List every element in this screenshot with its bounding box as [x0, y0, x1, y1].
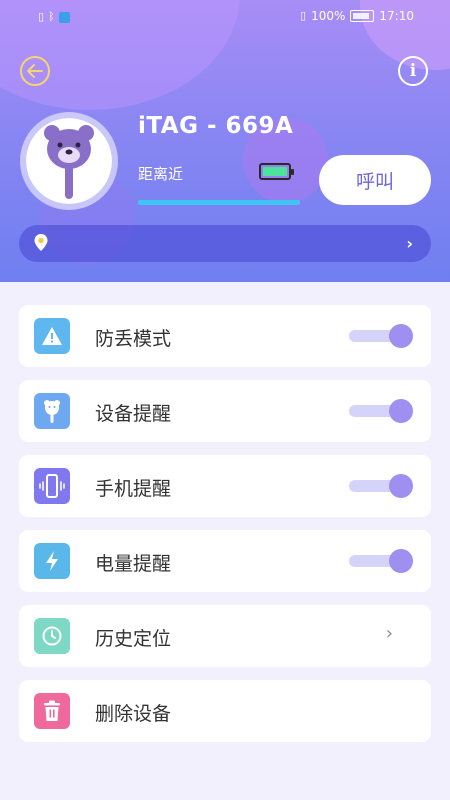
bluetooth-icon: ᛒ — [48, 10, 55, 23]
lightning-icon — [34, 543, 70, 579]
trash-icon — [34, 693, 70, 729]
toggle-knob — [389, 324, 413, 348]
settings-card-label: 删除设备 — [95, 703, 172, 725]
device-name: iTAG - 669A — [138, 113, 294, 139]
signal-strength-bar — [138, 200, 300, 205]
device-avatar[interactable] — [20, 112, 118, 210]
back-button[interactable] — [20, 56, 50, 86]
chevron-right-icon: › — [385, 623, 393, 644]
settings-card-label: 防丢模式 — [95, 328, 172, 350]
history-clock-icon — [34, 618, 70, 654]
vibrate-icon: ▯ — [300, 9, 307, 22]
info-icon: i — [409, 61, 417, 81]
settings-card[interactable]: 防丢模式 — [19, 305, 431, 367]
settings-card[interactable]: 设备提醒 — [19, 380, 431, 442]
clock: 17:10 — [379, 9, 414, 23]
toggle-knob — [389, 549, 413, 573]
device-header: ▯ ᛒ ▯ 100% 17:10 i iTAG - 669A 距离近 呼叫 › — [0, 0, 450, 282]
bear-tag-icon — [34, 393, 70, 429]
toggle-switch[interactable] — [349, 549, 413, 573]
settings-card[interactable]: 电量提醒 — [19, 530, 431, 592]
app-notification-icon — [58, 11, 70, 23]
signal-strength-fill — [138, 200, 300, 205]
settings-card[interactable]: 手机提醒 — [19, 455, 431, 517]
battery-fill — [263, 167, 287, 176]
distance-status: 距离近 — [138, 165, 184, 183]
settings-card-label: 电量提醒 — [95, 553, 172, 575]
status-bar: ▯ ᛒ ▯ 100% 17:10 — [0, 0, 450, 34]
warning-icon — [34, 318, 70, 354]
status-battery-icon — [350, 10, 375, 22]
toggle-switch[interactable] — [349, 324, 413, 348]
toggle-knob — [389, 399, 413, 423]
location-bar[interactable]: › — [19, 225, 431, 262]
toggle-switch[interactable] — [349, 399, 413, 423]
phone-vibrate-icon — [34, 468, 70, 504]
settings-card-label: 手机提醒 — [95, 478, 172, 500]
back-arrow-icon — [27, 64, 43, 78]
battery-percent: 100% — [311, 9, 346, 23]
toggle-switch[interactable] — [349, 474, 413, 498]
chevron-right-icon: › — [406, 234, 413, 253]
call-button[interactable]: 呼叫 — [319, 155, 431, 205]
toggle-knob — [389, 474, 413, 498]
bear-tag-icon — [44, 125, 94, 199]
location-pin-icon — [34, 234, 48, 251]
info-button[interactable]: i — [398, 56, 428, 86]
settings-card-label: 设备提醒 — [95, 403, 172, 425]
settings-card-label: 历史定位 — [95, 628, 172, 650]
sim-icon: ▯ — [38, 10, 45, 23]
device-battery-icon — [259, 163, 294, 180]
settings-card[interactable]: 历史定位 › — [19, 605, 431, 667]
settings-card[interactable]: 删除设备 — [19, 680, 431, 742]
